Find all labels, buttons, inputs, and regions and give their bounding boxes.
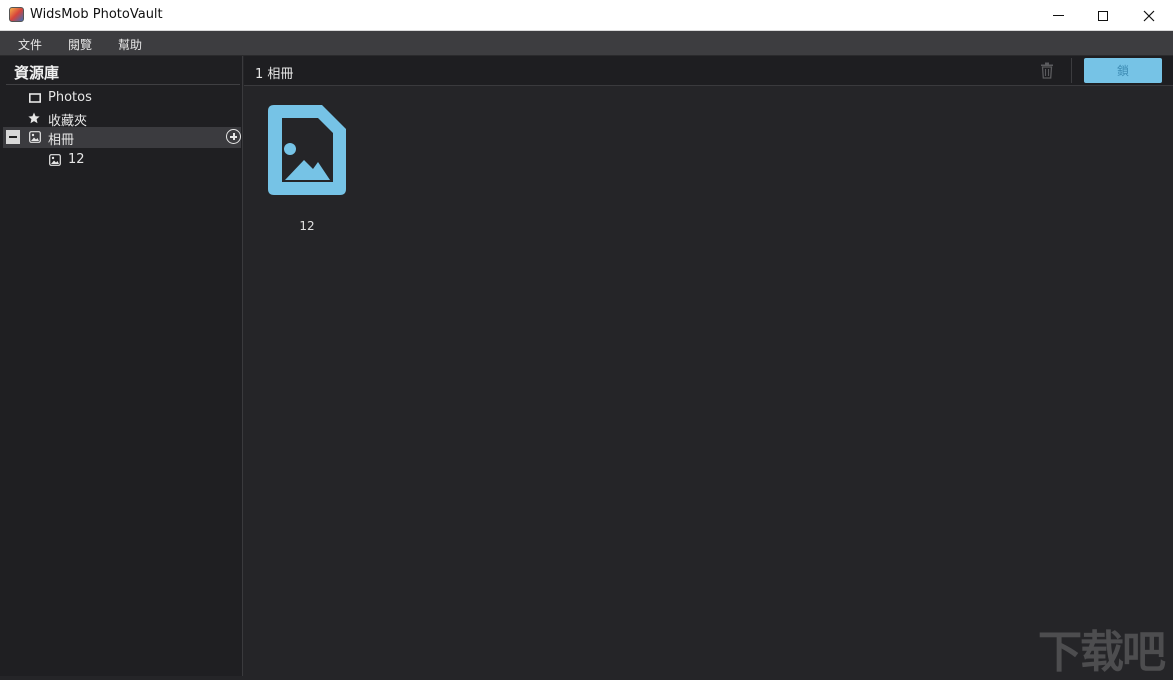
content-header: 1 相冊 鎖 — [244, 56, 1173, 86]
maximize-icon — [1098, 10, 1108, 21]
minus-icon — [9, 136, 17, 138]
sidebar-item-label: Photos — [48, 90, 92, 105]
sidebar-item-album-12[interactable]: 12 — [0, 150, 243, 170]
minimize-button[interactable] — [1035, 0, 1081, 31]
collapse-toggle[interactable] — [6, 130, 20, 144]
menu-file[interactable]: 文件 — [18, 36, 42, 53]
album-icon — [29, 131, 41, 143]
divider — [6, 84, 240, 85]
trash-icon[interactable] — [1040, 62, 1054, 79]
sidebar-item-favorites[interactable]: 收藏夾 — [0, 108, 243, 129]
sidebar-item-albums[interactable]: 相冊 — [3, 127, 241, 148]
window-title: WidsMob PhotoVault — [30, 7, 163, 22]
watermark-logo: 下载吧 — [1038, 627, 1166, 678]
divider — [1071, 58, 1072, 83]
sidebar-item-label: 12 — [68, 152, 85, 167]
menu-view[interactable]: 閱覽 — [68, 36, 92, 53]
close-icon — [1143, 10, 1155, 21]
album-name: 12 — [299, 219, 315, 233]
sidebar-item-label: 相冊 — [48, 133, 75, 148]
close-button[interactable] — [1126, 0, 1172, 31]
sidebar-item-photos[interactable]: Photos — [0, 88, 243, 108]
sidebar: 資源庫 Photos 收藏夾 相冊 12 — [0, 56, 243, 676]
photo-frame-icon — [29, 93, 41, 103]
image-file-icon — [268, 105, 346, 195]
album-icon — [49, 154, 61, 166]
menu-help[interactable]: 幫助 — [118, 36, 142, 53]
star-icon — [28, 112, 40, 124]
album-card[interactable]: 12 — [264, 102, 350, 242]
library-title: 資源庫 — [14, 64, 60, 82]
minimize-icon — [1052, 15, 1064, 16]
app-logo-icon — [9, 7, 24, 22]
menu-bar: 文件 閱覽 幫助 — [0, 31, 1173, 56]
lock-button[interactable]: 鎖 — [1084, 58, 1162, 83]
title-bar: WidsMob PhotoVault — [0, 0, 1173, 31]
main-content: 1 相冊 鎖 12 下载吧 — [244, 56, 1173, 678]
maximize-button[interactable] — [1080, 0, 1126, 31]
add-album-icon[interactable] — [226, 129, 241, 144]
album-count-label: 1 相冊 — [255, 67, 294, 82]
